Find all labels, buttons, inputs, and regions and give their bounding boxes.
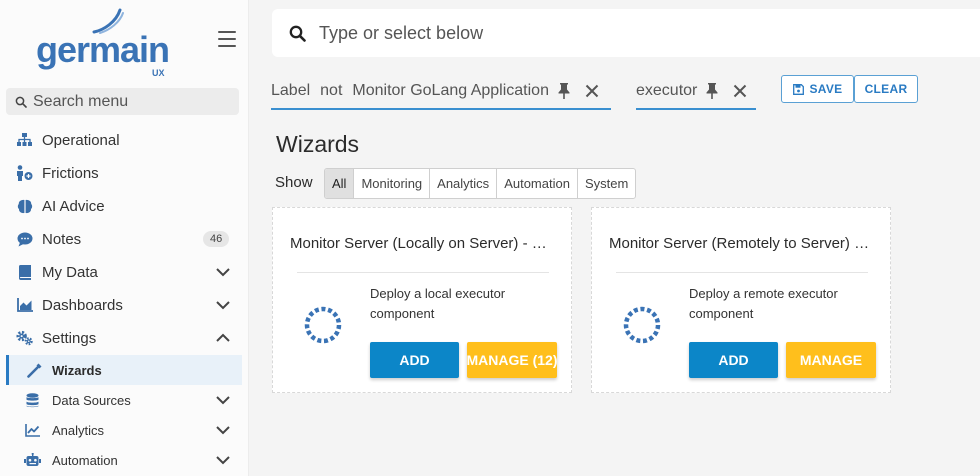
sidebar-item-label: Frictions bbox=[42, 164, 99, 182]
filter-value: executor bbox=[636, 82, 698, 99]
search-menu-box[interactable] bbox=[6, 88, 239, 115]
wizard-card-description: Deploy a remote executor component bbox=[689, 286, 838, 321]
close-icon[interactable] bbox=[733, 84, 747, 98]
sidebar-item-ai-advice[interactable]: AI Advice bbox=[0, 191, 240, 221]
sidebar-item-my-data[interactable]: My Data bbox=[0, 257, 240, 287]
show-label: Show bbox=[275, 174, 313, 191]
sidebar-item-label: My Data bbox=[42, 263, 98, 281]
sidebar-item-label: Wizards bbox=[52, 362, 102, 378]
sidebar-subitem-automation[interactable]: Automation bbox=[0, 445, 240, 475]
chevron-down-icon[interactable] bbox=[215, 392, 231, 408]
filter-value: Monitor GoLang Application bbox=[352, 82, 549, 99]
sidebar-item-label: Settings bbox=[42, 329, 97, 347]
chevron-down-icon[interactable] bbox=[215, 422, 231, 438]
filter-operator: not bbox=[320, 82, 343, 99]
category-filter-group: All Monitoring Analytics Automation Syst… bbox=[324, 168, 637, 199]
germain-logo[interactable]: germain UX bbox=[34, 6, 174, 78]
sidebar-item-label: AI Advice bbox=[42, 197, 105, 215]
wizard-card-title: Monitor Server (Locally on Server) - Exe… bbox=[290, 235, 552, 252]
comment-icon bbox=[16, 231, 33, 248]
notes-count-badge: 46 bbox=[203, 231, 230, 247]
logo-text: germain bbox=[36, 29, 170, 70]
spinner-icon bbox=[623, 306, 661, 344]
sidebar-item-label: Data Sources bbox=[52, 392, 131, 408]
sidebar: germain UX Operational bbox=[0, 0, 249, 476]
close-icon[interactable] bbox=[585, 84, 599, 98]
search-icon bbox=[289, 25, 306, 42]
spinner-icon bbox=[304, 306, 342, 344]
category-filter-monitoring[interactable]: Monitoring bbox=[354, 169, 431, 198]
logo-sub: UX bbox=[152, 68, 165, 78]
manage-button[interactable]: MANAGE (12) bbox=[467, 342, 558, 378]
divider bbox=[616, 272, 868, 273]
divider bbox=[297, 272, 549, 273]
hamburger-menu-icon[interactable] bbox=[218, 31, 236, 47]
robot-icon bbox=[24, 452, 41, 469]
chevron-down-icon[interactable] bbox=[215, 452, 231, 468]
search-icon bbox=[15, 96, 27, 108]
add-button[interactable]: ADD bbox=[370, 342, 459, 378]
save-button[interactable]: SAVE bbox=[781, 75, 854, 103]
sidebar-item-settings[interactable]: Settings bbox=[0, 323, 240, 353]
pin-icon[interactable] bbox=[557, 83, 571, 99]
sidebar-item-frictions[interactable]: Frictions bbox=[0, 158, 240, 188]
clear-button[interactable]: CLEAR bbox=[854, 75, 918, 103]
sidebar-subitem-analytics[interactable]: Analytics bbox=[0, 415, 240, 445]
brain-icon bbox=[16, 198, 33, 215]
sitemap-icon bbox=[16, 132, 33, 149]
filter-field: Label bbox=[271, 82, 311, 99]
clear-label: CLEAR bbox=[864, 82, 908, 96]
wand-icon bbox=[26, 362, 43, 379]
main-search-box[interactable] bbox=[272, 9, 980, 57]
sidebar-subitem-data-sources[interactable]: Data Sources bbox=[0, 385, 240, 415]
sidebar-item-label: Analytics bbox=[52, 422, 105, 438]
wizard-card-description: Deploy a local executor component bbox=[370, 286, 506, 321]
wizard-card: Monitor Server (Locally on Server) - Exe… bbox=[272, 207, 572, 393]
gears-icon bbox=[16, 330, 33, 347]
filter-chip-label[interactable]: Label not Monitor GoLang Application bbox=[271, 74, 611, 110]
sidebar-item-label: Dashboards bbox=[42, 296, 123, 314]
book-icon bbox=[16, 264, 33, 281]
category-filter-system[interactable]: System bbox=[578, 169, 635, 198]
chevron-down-icon[interactable] bbox=[215, 264, 231, 280]
chart-area-icon bbox=[16, 297, 33, 314]
floppy-icon bbox=[792, 83, 804, 95]
database-icon bbox=[24, 392, 41, 409]
sidebar-subitem-wizards[interactable]: Wizards bbox=[6, 355, 242, 385]
sidebar-item-label: Automation bbox=[52, 452, 118, 468]
person-frictions-icon bbox=[16, 165, 33, 182]
filter-chip-executor[interactable]: executor bbox=[636, 74, 756, 110]
line-chart-icon bbox=[24, 422, 41, 439]
chevron-down-icon[interactable] bbox=[215, 297, 231, 313]
search-menu-input[interactable] bbox=[33, 92, 223, 111]
main-search-input[interactable] bbox=[319, 22, 919, 44]
sidebar-item-operational[interactable]: Operational bbox=[0, 125, 240, 155]
wizard-card: Monitor Server (Remotely to Server) - Ex… bbox=[591, 207, 891, 393]
category-filter-analytics[interactable]: Analytics bbox=[430, 169, 498, 198]
sidebar-item-label: Operational bbox=[42, 131, 120, 149]
sidebar-item-dashboards[interactable]: Dashboards bbox=[0, 290, 240, 320]
chevron-up-icon[interactable] bbox=[215, 330, 231, 346]
manage-button[interactable]: MANAGE bbox=[786, 342, 876, 378]
category-filter-all[interactable]: All bbox=[325, 169, 355, 198]
sidebar-item-label: Notes bbox=[42, 230, 82, 248]
category-filter-automation[interactable]: Automation bbox=[497, 169, 578, 198]
wizard-card-title: Monitor Server (Remotely to Server) - Ex… bbox=[609, 235, 871, 252]
page-title: Wizards bbox=[276, 131, 360, 157]
add-button[interactable]: ADD bbox=[689, 342, 778, 378]
pin-icon[interactable] bbox=[705, 83, 719, 99]
save-label: SAVE bbox=[809, 82, 843, 96]
sidebar-item-notes[interactable]: Notes 46 bbox=[0, 224, 240, 254]
